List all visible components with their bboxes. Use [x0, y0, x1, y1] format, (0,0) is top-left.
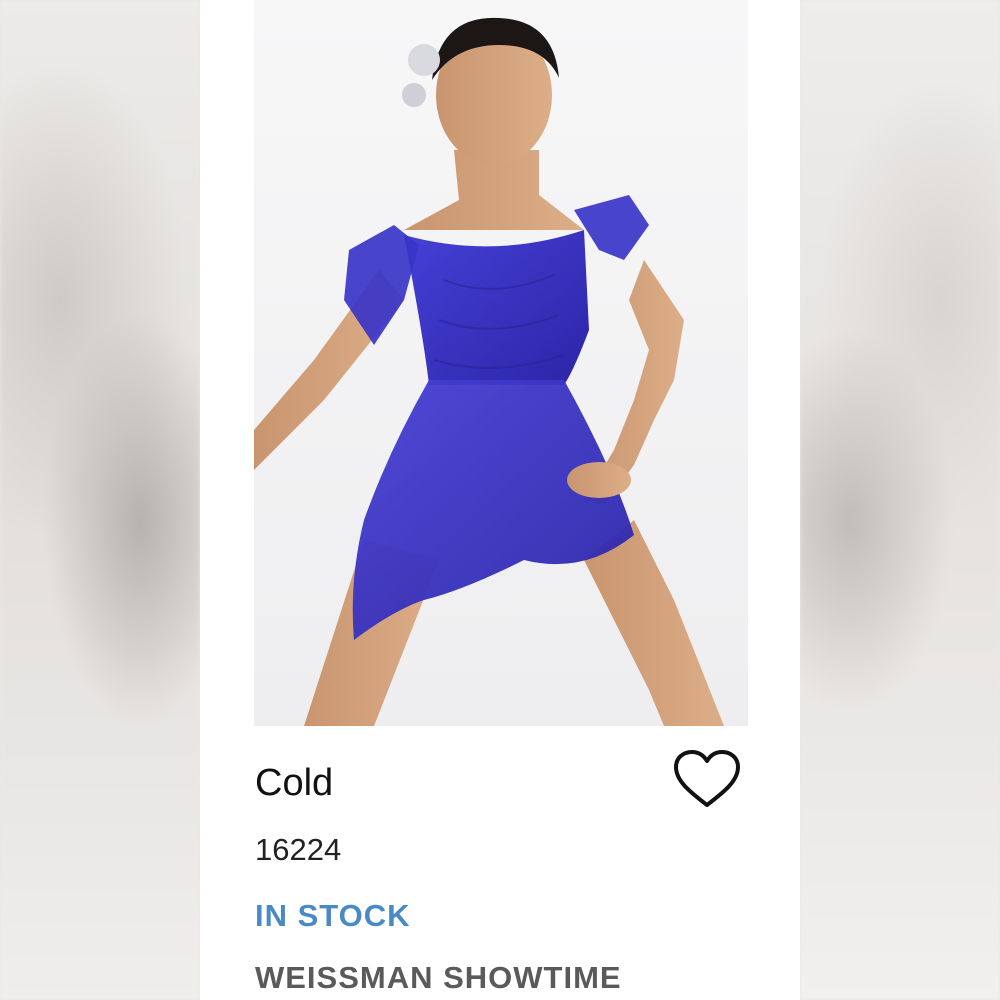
product-sku: 16224 — [255, 832, 342, 867]
brand-name[interactable]: WEISSMAN SHOWTIME — [255, 958, 622, 998]
wishlist-button[interactable] — [672, 748, 742, 810]
product-card[interactable]: Cold 16224 IN STOCK WEISSMAN SHOWTIME — [200, 0, 800, 1000]
left-blurred-backdrop — [0, 0, 200, 1000]
stock-status-label: IN STOCK — [255, 898, 411, 933]
right-blurred-backdrop — [800, 0, 1000, 1000]
heart-outline-icon — [674, 750, 740, 807]
product-name[interactable]: Cold — [255, 760, 333, 806]
product-photo[interactable] — [254, 0, 748, 726]
dancer-in-blue-dress-illustration — [254, 0, 748, 726]
